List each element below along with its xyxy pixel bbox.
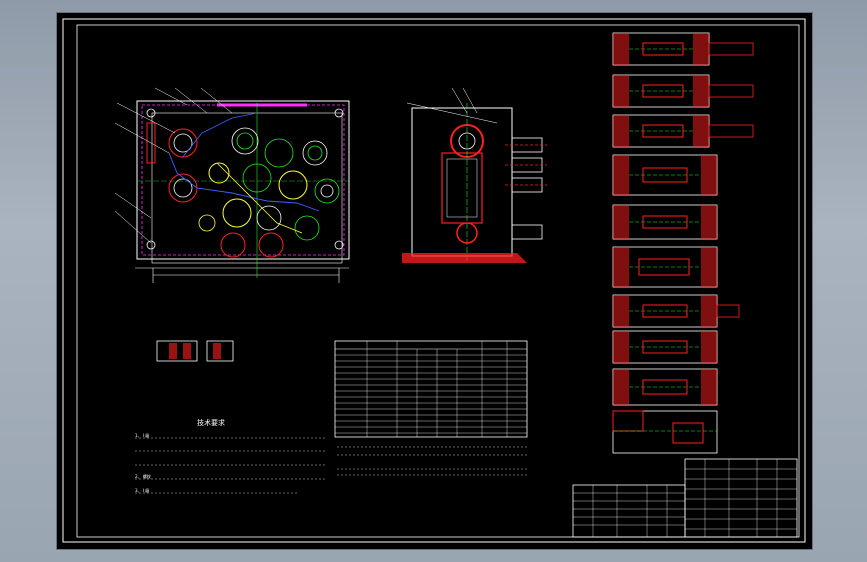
inner-frame — [76, 24, 800, 538]
section-view — [402, 87, 547, 263]
tech-note-1: 1、 I 级 — [135, 432, 149, 438]
tech-requirements: 技术要求 1、 I 级 2、 螺纹 3、 I 级 — [135, 418, 327, 494]
plan-view — [114, 87, 350, 283]
parameter-table — [334, 340, 528, 476]
drawing-sheet: 技术要求 1、 I 级 2、 螺纹 3、 I 级 — [56, 12, 813, 550]
tech-title: 技术要求 — [197, 418, 225, 427]
tech-note-3: 3、 I 级 — [135, 487, 149, 493]
title-block — [572, 458, 798, 538]
cad-drawing: 技术要求 1、 I 级 2、 螺纹 3、 I 级 — [62, 18, 806, 543]
detail-sections — [612, 32, 754, 454]
tech-note-2: 2、 螺纹 — [135, 473, 151, 479]
small-detail — [156, 340, 234, 362]
